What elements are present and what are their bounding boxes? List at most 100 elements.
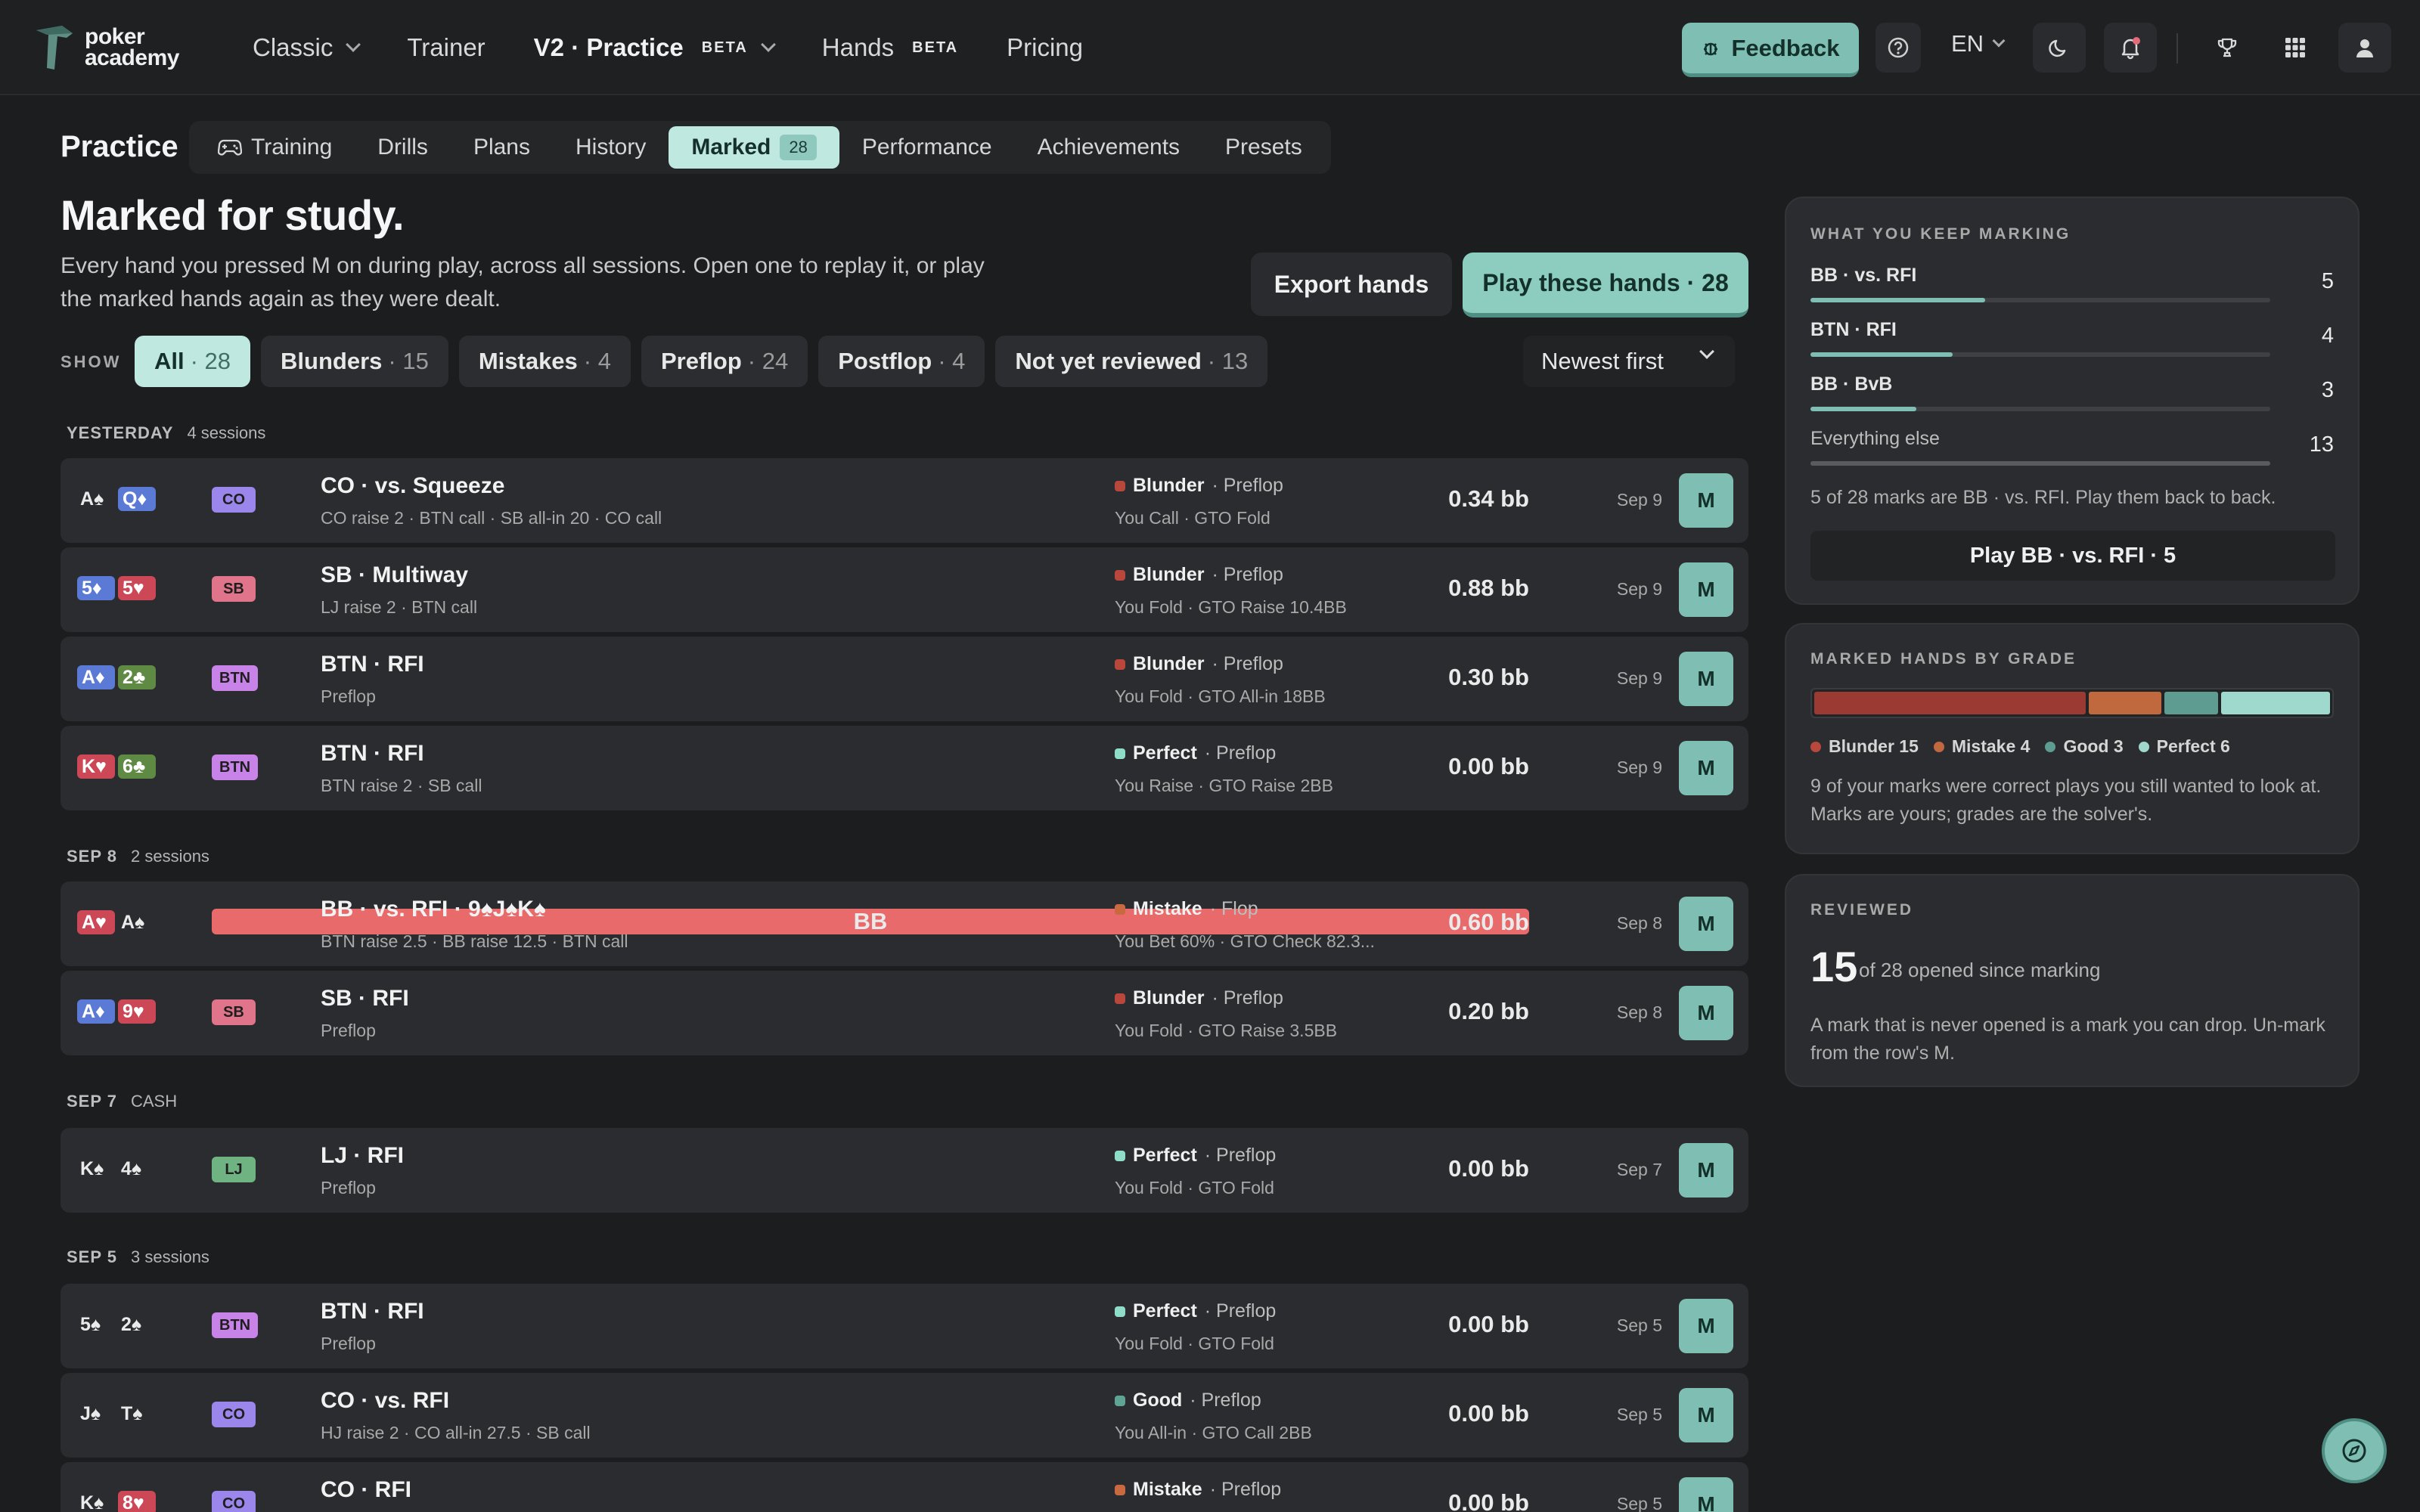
- legend-item-mistake: Mistake 4: [1933, 736, 2031, 757]
- ev-loss: 0.60 bb: [1448, 909, 1529, 935]
- filter-chip-label: All: [154, 348, 185, 374]
- filter-preflop[interactable]: Preflop · 24: [641, 336, 808, 387]
- grade-dot: [1115, 748, 1125, 759]
- unmark-button[interactable]: M: [1679, 897, 1733, 951]
- filter-all[interactable]: All · 28: [135, 336, 251, 387]
- tab-presets[interactable]: Presets: [1202, 126, 1325, 169]
- brand-logo[interactable]: poker academy: [32, 23, 179, 73]
- tab-performance[interactable]: Performance: [839, 126, 1015, 169]
- filter-postflop[interactable]: Postflop · 4: [818, 336, 985, 387]
- card: K♠: [80, 1492, 104, 1512]
- apps-menu-button[interactable]: [2269, 23, 2322, 73]
- language-selector[interactable]: EN: [1951, 30, 2006, 57]
- unmark-button[interactable]: M: [1679, 986, 1733, 1040]
- nav-pricing-label: Pricing: [1007, 33, 1083, 61]
- grade-name: Mistake: [1133, 1479, 1202, 1500]
- play-hands-button[interactable]: Play these hands · 28: [1463, 253, 1748, 318]
- grade-dot: [1115, 1395, 1125, 1406]
- spot-title: BB · vs. RFI · 9♠J♠K♠: [321, 897, 546, 922]
- tab-plans[interactable]: Plans: [451, 126, 553, 169]
- unmark-button[interactable]: M: [1679, 1143, 1733, 1198]
- achievements-button[interactable]: [2201, 23, 2254, 73]
- top-navigation-bar: poker academy Classic Trainer V2 · Pract…: [0, 0, 2420, 95]
- tab-label: History: [575, 135, 647, 160]
- hand-row[interactable]: A♦ 9♥ SB SB · RFI Preflop Blunder · Preflop You…: [60, 971, 1748, 1055]
- feedback-button[interactable]: Feedback: [1682, 23, 1859, 77]
- unmark-button[interactable]: M: [1679, 652, 1733, 706]
- unmark-button[interactable]: M: [1679, 473, 1733, 528]
- grade-dot: [1115, 1150, 1125, 1161]
- nav-classic[interactable]: Classic: [253, 33, 361, 62]
- chevron-down-icon: [1992, 34, 2006, 48]
- filter-mistakes[interactable]: Mistakes · 4: [458, 336, 631, 387]
- unmark-button[interactable]: M: [1679, 1299, 1733, 1353]
- tab-history[interactable]: History: [553, 126, 669, 169]
- filter-not-reviewed[interactable]: Not yet reviewed · 13: [995, 336, 1268, 387]
- unmark-button[interactable]: M: [1679, 1477, 1733, 1512]
- unmark-button[interactable]: M: [1679, 1388, 1733, 1442]
- legend-label: Mistake 4: [1951, 736, 2031, 756]
- hand-row[interactable]: 5♦ 5♥ SB SB · Multiway LJ raise 2 · BTN call…: [60, 547, 1748, 632]
- tab-achievements[interactable]: Achievements: [1015, 126, 1202, 169]
- card: 4♠: [121, 1157, 142, 1179]
- unmark-button[interactable]: M: [1679, 562, 1733, 617]
- grade-street: · Preflop: [1204, 1145, 1277, 1166]
- sort-dropdown[interactable]: Newest first: [1523, 336, 1735, 387]
- help-button[interactable]: [1876, 23, 1921, 73]
- nav-hands[interactable]: Hands BETA: [822, 33, 958, 62]
- keep-marking-fill: [1810, 298, 1986, 302]
- nav-trainer[interactable]: Trainer: [407, 33, 485, 62]
- position-badge: CO: [212, 1402, 256, 1427]
- hand-row[interactable]: A♠ Q♦ CO CO · vs. Squeeze CO raise 2 · BTN c…: [60, 458, 1748, 543]
- grid-icon: [2285, 38, 2305, 57]
- tab-label: Performance: [861, 135, 992, 160]
- hand-date: Sep 9: [1616, 668, 1662, 688]
- hand-row[interactable]: A♥ A♠ BB BB · vs. RFI · 9♠J♠K♠ BTN raise 2.5…: [60, 881, 1748, 966]
- compass-fab-button[interactable]: [2322, 1418, 2387, 1483]
- play-top-spot-button[interactable]: Play BB · vs. RFI · 5: [1810, 531, 2335, 581]
- decision-comparison: You Fold · GTO Raise 10.4BB: [1115, 597, 1347, 617]
- tab-marked[interactable]: Marked 28: [669, 126, 839, 169]
- nav-pricing[interactable]: Pricing: [1007, 33, 1083, 62]
- card: A♦: [77, 665, 115, 689]
- legend-item-perfect: Perfect 6: [2138, 736, 2230, 757]
- hand-date: Sep 7: [1616, 1160, 1662, 1179]
- card: 5♥: [118, 576, 156, 600]
- export-hands-button[interactable]: Export hands: [1251, 253, 1452, 316]
- decision-comparison: You Call · GTO Fold: [1115, 508, 1270, 528]
- chevron-down-icon: [346, 37, 361, 52]
- tab-drills[interactable]: Drills: [355, 126, 451, 169]
- hand-row[interactable]: K♠ 8♥ CO CO · RFI Mistake · Preflop 0.00 bb Sep…: [60, 1462, 1748, 1512]
- grade-street: · Preflop: [1204, 742, 1277, 764]
- unmark-button[interactable]: M: [1679, 741, 1733, 795]
- profile-button[interactable]: [2338, 23, 2391, 73]
- position-badge: LJ: [212, 1157, 256, 1182]
- filter-blunders[interactable]: Blunders · 15: [261, 336, 448, 387]
- chevron-down-icon: [1699, 344, 1714, 359]
- tab-training[interactable]: Training: [195, 126, 355, 169]
- keep-marking-bar: [1810, 352, 2270, 357]
- grade-breakdown-panel: MARKED HANDS BY GRADE Blunder 15 Mistake…: [1785, 623, 2360, 854]
- bell-icon: [2121, 37, 2140, 60]
- hand-row[interactable]: 5♠ 2♠ BTN BTN · RFI Preflop Perfect · Preflop Y…: [60, 1284, 1748, 1368]
- decision-comparison: You Fold · GTO Fold: [1115, 1178, 1274, 1198]
- group-day: SEP 5: [67, 1247, 117, 1266]
- dark-mode-toggle[interactable]: [2033, 23, 2086, 73]
- grade-street: · Preflop: [1190, 1390, 1261, 1411]
- hand-row[interactable]: K♠ 4♠ LJ LJ · RFI Preflop Perfect · Preflop You…: [60, 1128, 1748, 1213]
- keep-marking-bar: [1810, 298, 2270, 302]
- card: A♦: [77, 999, 115, 1024]
- grade-street: · Preflop: [1212, 475, 1283, 496]
- hand-date: Sep 5: [1616, 1405, 1662, 1424]
- legend-label: Good 3: [2063, 736, 2124, 756]
- nav-practice[interactable]: V2 · Practice BETA: [534, 33, 776, 62]
- keep-marking-label: BB · vs. RFI: [1810, 265, 1917, 286]
- card: 2♠: [121, 1313, 142, 1335]
- logo-icon: [36, 26, 73, 70]
- grade-label: Blunder · Preflop: [1115, 987, 1283, 1009]
- hand-row[interactable]: A♦ 2♣ BTN BTN · RFI Preflop Blunder · Preflop Y…: [60, 637, 1748, 721]
- notifications-button[interactable]: [2104, 23, 2157, 73]
- hand-row[interactable]: K♥ 6♣ BTN BTN · RFI BTN raise 2 · SB call Per…: [60, 726, 1748, 810]
- hand-row[interactable]: J♠ T♠ CO CO · vs. RFI HJ raise 2 · CO all-in…: [60, 1373, 1748, 1458]
- spot-title: SB · Multiway: [321, 562, 469, 587]
